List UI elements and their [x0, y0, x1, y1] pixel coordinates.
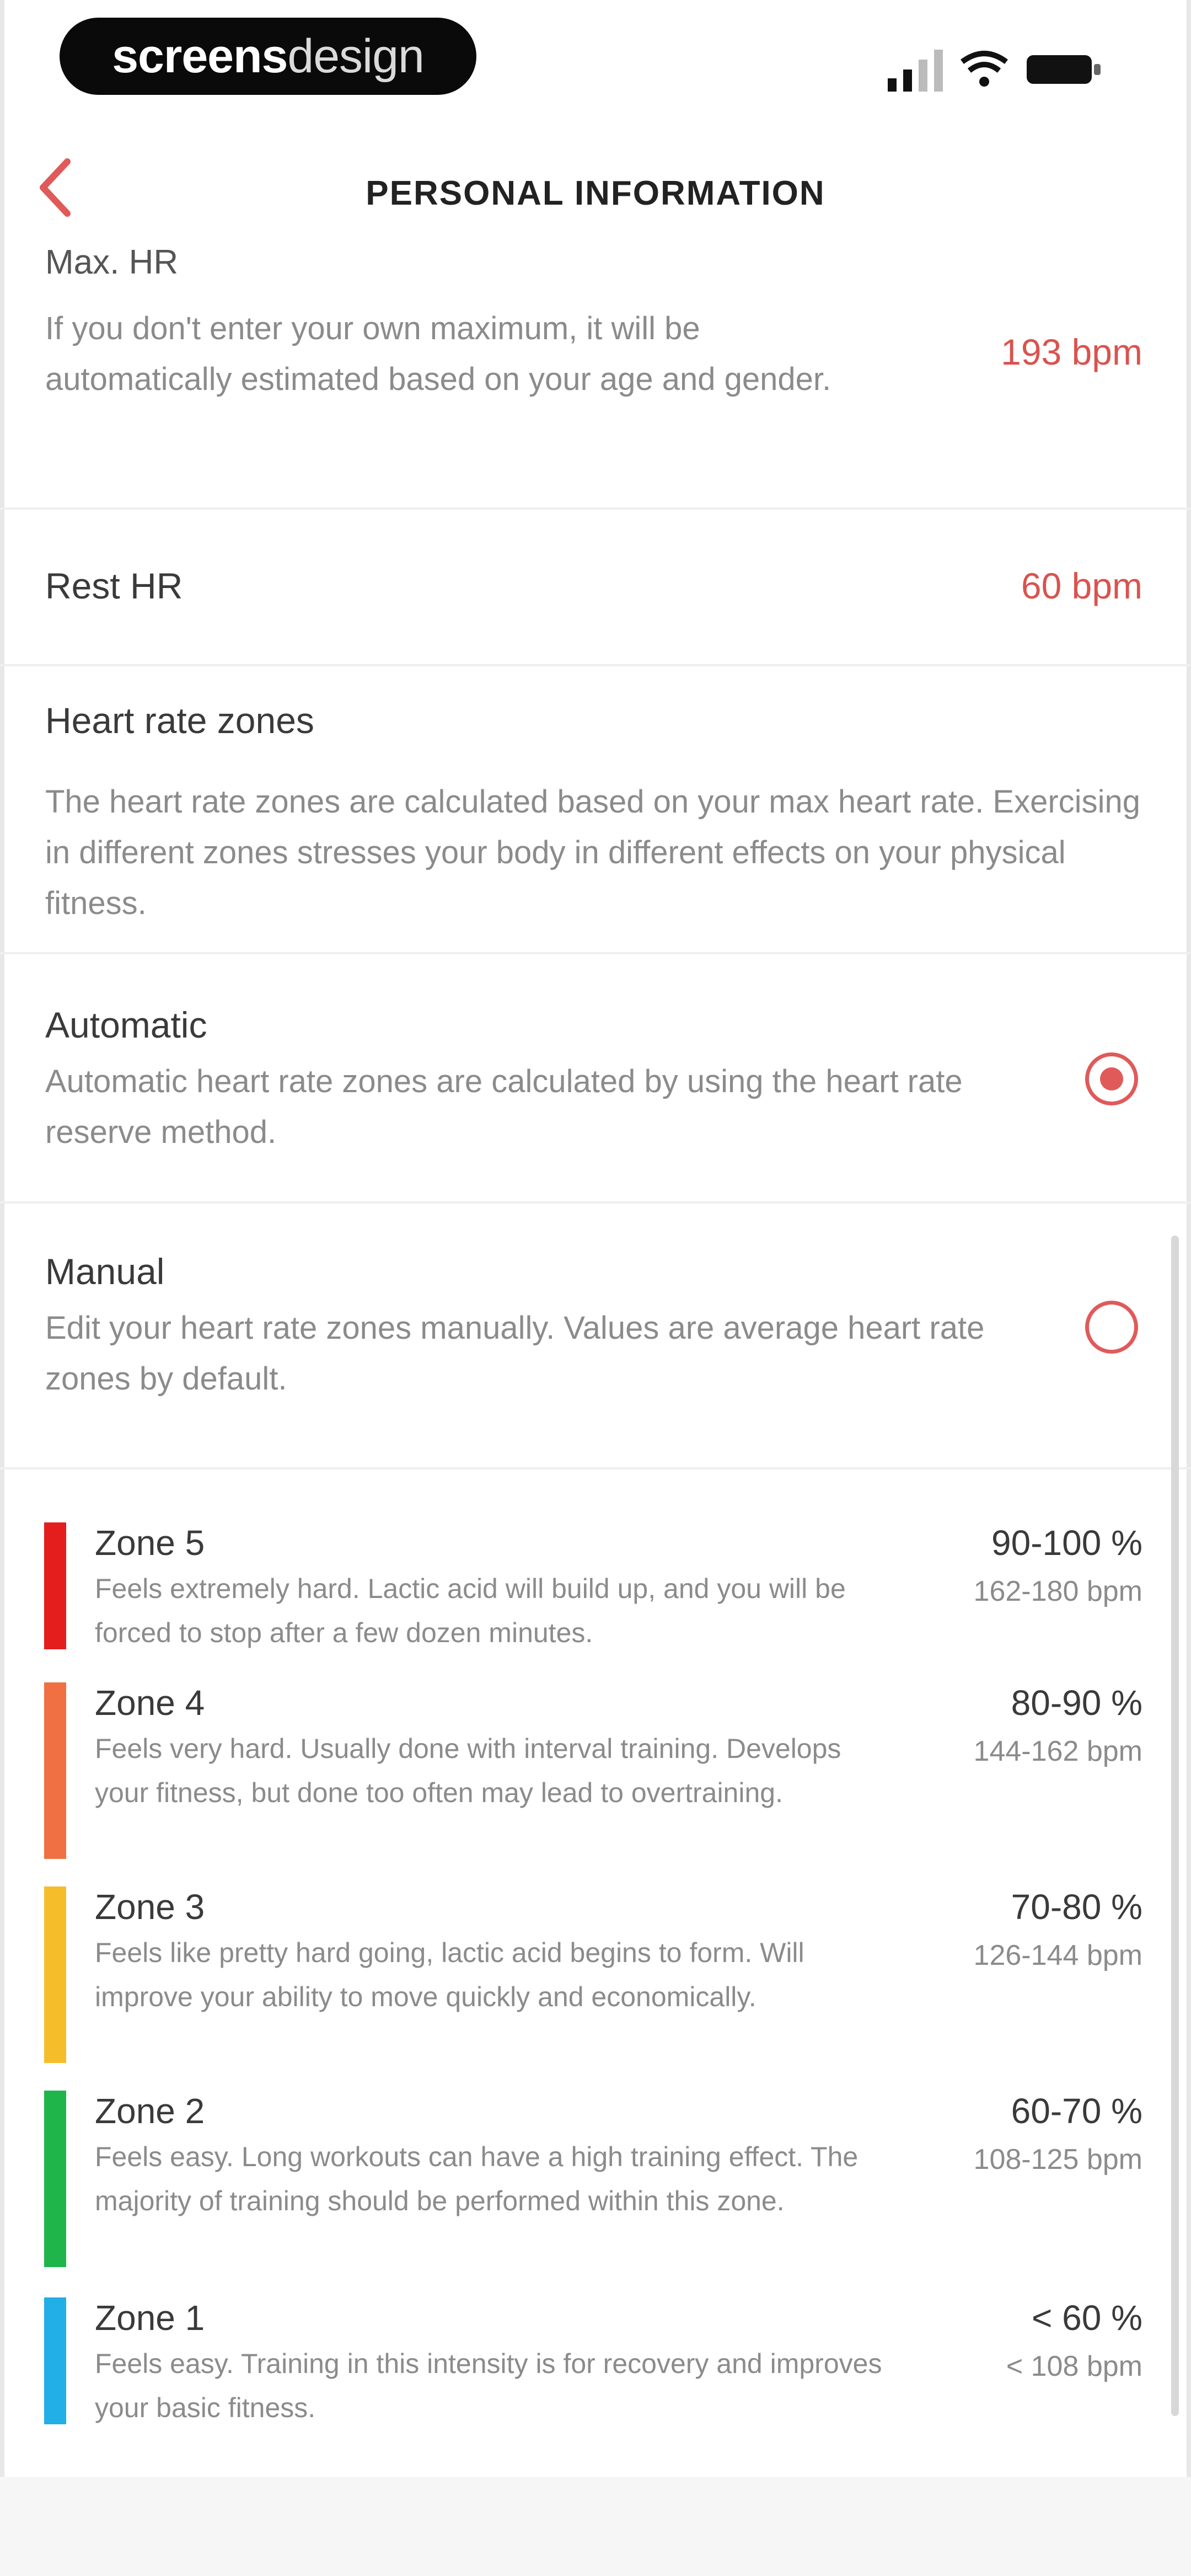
zone-5-bpm: 162-180 bpm: [973, 1575, 1142, 1607]
automatic-option[interactable]: Automatic Automatic heart rate zones are…: [0, 954, 1191, 1203]
zone-row-1: Zone 1 Feels easy. Training in this inte…: [0, 2286, 1191, 2430]
zone-2-color-bar: [44, 2091, 66, 2267]
divider: [0, 1467, 1191, 1469]
zone-row-4: Zone 4 Feels very hard. Usually done wit…: [0, 1671, 1191, 1859]
zone-5-name: Zone 5: [95, 1523, 205, 1563]
bottom-area: [0, 2477, 1191, 2576]
battery-icon: [1027, 55, 1101, 84]
brand-logo: screensdesign: [60, 18, 476, 95]
rest-hr-label: Rest HR: [45, 565, 183, 606]
zone-4-description: Feels very hard. Usually done with inter…: [95, 1733, 841, 1808]
automatic-option-title: Automatic: [45, 1004, 207, 1045]
manual-option-description: Edit your heart rate zones manually. Val…: [45, 1310, 985, 1397]
zone-1-name: Zone 1: [95, 2298, 205, 2338]
zone-4-name: Zone 4: [95, 1683, 205, 1723]
scrollbar[interactable]: [1171, 1236, 1179, 2416]
zone-1-color-bar: [44, 2297, 66, 2424]
manual-radio-button[interactable]: [1085, 1301, 1138, 1354]
rest-hr-row[interactable]: Rest HR 60 bpm: [0, 510, 1191, 664]
zone-row-5: Zone 5 Feels extremely hard. Lactic acid…: [0, 1511, 1191, 1660]
zone-4-color-bar: [44, 1682, 66, 1859]
max-hr-value: 193 bpm: [1001, 332, 1142, 372]
hr-zones-intro: Heart rate zones The heart rate zones ar…: [0, 666, 1191, 953]
zone-2-bpm: 108-125 bpm: [973, 2144, 1142, 2176]
zone-4-percent: 80-90 %: [1011, 1683, 1142, 1723]
radio-selected-dot: [1100, 1067, 1123, 1091]
page-title: PERSONAL INFORMATION: [366, 174, 825, 212]
zone-3-description: Feels like pretty hard going, lactic aci…: [95, 1937, 804, 2012]
zone-4-bpm: 144-162 bpm: [973, 1735, 1142, 1767]
automatic-radio-button[interactable]: [1085, 1052, 1138, 1105]
max-hr-description: If you don't enter your own maximum, it …: [45, 311, 831, 397]
hr-zones-description: The heart rate zones are calculated base…: [45, 784, 1140, 921]
navigation-bar: PERSONAL INFORMATION: [0, 127, 1191, 221]
max-hr-label: Max. HR: [45, 243, 179, 281]
zone-3-name: Zone 3: [95, 1887, 205, 1927]
zone-1-percent: < 60 %: [1031, 2298, 1142, 2338]
max-hr-row[interactable]: Max. HR If you don't enter your own maxi…: [0, 237, 1191, 513]
manual-option-title: Manual: [45, 1251, 165, 1292]
cellular-signal-icon: [888, 50, 943, 92]
brand-logo-light: design: [287, 30, 424, 83]
automatic-option-description: Automatic heart rate zones are calculate…: [45, 1063, 963, 1150]
status-bar: screensdesign: [0, 0, 1191, 121]
zone-3-bpm: 126-144 bpm: [973, 1939, 1142, 1971]
zone-2-percent: 60-70 %: [1011, 2091, 1142, 2131]
brand-logo-bold: screens: [112, 30, 288, 83]
hr-zones-title: Heart rate zones: [45, 700, 314, 741]
zone-2-name: Zone 2: [95, 2091, 205, 2131]
chevron-left-icon[interactable]: [33, 157, 77, 218]
zone-3-percent: 70-80 %: [1011, 1887, 1142, 1927]
zone-5-description: Feels extremely hard. Lactic acid will b…: [95, 1573, 846, 1648]
zone-1-description: Feels easy. Training in this intensity i…: [95, 2348, 882, 2423]
zone-5-color-bar: [44, 1522, 66, 1649]
zone-row-2: Zone 2 Feels easy. Long workouts can hav…: [0, 2080, 1191, 2267]
zone-2-description: Feels easy. Long workouts can have a hig…: [95, 2141, 859, 2216]
zone-row-3: Zone 3 Feels like pretty hard going, lac…: [0, 1875, 1191, 2063]
rest-hr-value: 60 bpm: [1021, 565, 1142, 606]
manual-option[interactable]: Manual Edit your heart rate zones manual…: [0, 1204, 1191, 1468]
status-icons: [888, 44, 1119, 94]
zone-5-percent: 90-100 %: [991, 1523, 1142, 1563]
wifi-icon: [961, 51, 1008, 87]
zone-1-bpm: < 108 bpm: [1006, 2350, 1142, 2382]
zone-3-color-bar: [44, 1886, 66, 2063]
